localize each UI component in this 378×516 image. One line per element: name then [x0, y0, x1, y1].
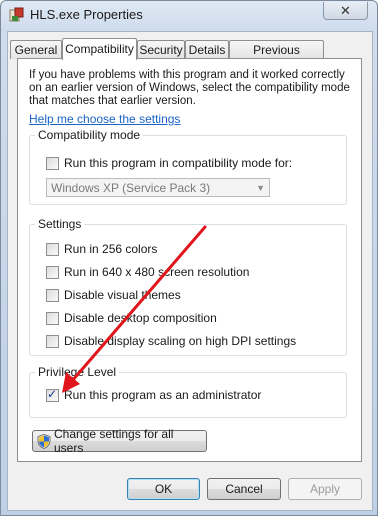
setting-label: Disable visual themes — [64, 288, 181, 302]
run-as-admin-checkbox[interactable] — [46, 387, 59, 402]
setting-row[interactable]: Run in 640 x 480 screen resolution — [46, 264, 249, 280]
group-label-privilege-level: Privilege Level — [35, 365, 120, 379]
setting-label: Disable display scaling on high DPI sett… — [64, 334, 297, 348]
setting-label: Run in 640 x 480 screen resolution — [64, 265, 250, 279]
setting-checkbox-dpi-scaling[interactable] — [46, 334, 59, 348]
close-icon: ✕ — [340, 2, 351, 18]
chevron-down-icon: ▼ — [256, 183, 265, 193]
setting-checkbox-640x480[interactable] — [46, 265, 59, 279]
privilege-level-group: Privilege Level Run this program as an a… — [29, 365, 347, 418]
group-label-settings: Settings — [35, 217, 85, 231]
setting-row[interactable]: Disable desktop composition — [46, 310, 217, 326]
window-title: HLS.exe Properties — [30, 7, 143, 22]
tab-details[interactable]: Details — [185, 40, 229, 59]
settings-group: Settings Run in 256 colors Run in 640 x … — [29, 217, 347, 356]
close-button[interactable]: ✕ — [323, 2, 368, 20]
compat-mode-checkbox-label: Run this program in compatibility mode f… — [64, 156, 293, 170]
setting-checkbox-visual-themes[interactable] — [46, 288, 59, 302]
run-as-admin-row[interactable]: Run this program as an administrator — [46, 387, 261, 403]
setting-label: Run in 256 colors — [64, 242, 158, 256]
run-as-admin-label: Run this program as an administrator — [64, 388, 262, 402]
compat-mode-select[interactable]: Windows XP (Service Pack 3) ▼ — [46, 178, 270, 197]
tab-compatibility[interactable]: Compatibility — [62, 38, 137, 60]
tab-general[interactable]: General — [10, 40, 62, 59]
ok-button[interactable]: OK — [127, 478, 200, 500]
setting-label: Disable desktop composition — [64, 311, 217, 325]
compat-mode-checkbox[interactable] — [46, 156, 59, 170]
change-settings-all-users-label: Change settings for all users — [54, 427, 174, 455]
setting-checkbox-256-colors[interactable] — [46, 242, 59, 256]
compat-mode-checkbox-row[interactable]: Run this program in compatibility mode f… — [46, 155, 292, 171]
compatibility-mode-group: Compatibility mode Run this program in c… — [29, 128, 347, 205]
group-label-compatibility-mode: Compatibility mode — [35, 128, 144, 142]
cancel-button[interactable]: Cancel — [207, 478, 281, 500]
compat-mode-select-value: Windows XP (Service Pack 3) — [51, 181, 211, 195]
application-icon — [9, 7, 24, 22]
tab-previous-versions[interactable]: Previous Versions — [229, 40, 324, 75]
change-settings-all-users-button[interactable]: Change settings for all users — [32, 427, 207, 455]
setting-row[interactable]: Run in 256 colors — [46, 241, 157, 257]
setting-checkbox-desktop-composition[interactable] — [46, 311, 59, 325]
help-choose-settings-link[interactable]: Help me choose the settings — [29, 112, 180, 126]
setting-row[interactable]: Disable display scaling on high DPI sett… — [46, 333, 296, 349]
uac-shield-icon — [37, 433, 51, 449]
intro-text: If you have problems with this program a… — [29, 69, 350, 107]
apply-button[interactable]: Apply — [288, 478, 362, 500]
tab-security[interactable]: Security — [137, 40, 185, 59]
setting-row[interactable]: Disable visual themes — [46, 287, 181, 303]
compatibility-panel: If you have problems with this program a… — [17, 58, 362, 462]
title-bar[interactable]: HLS.exe Properties ✕ — [1, 1, 377, 29]
